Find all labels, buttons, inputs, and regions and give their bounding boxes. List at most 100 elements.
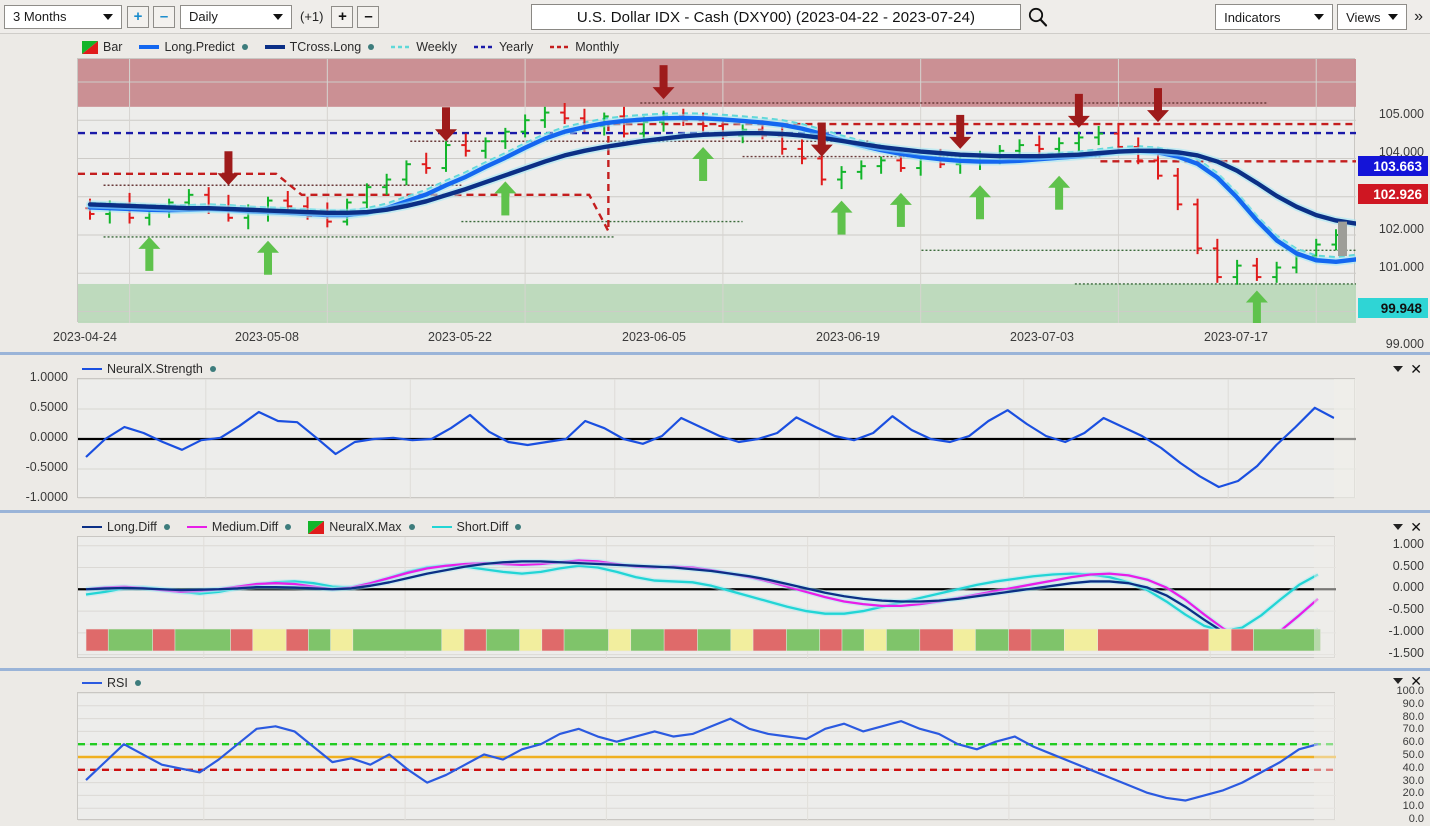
price-chart-legend: Bar Long.Predict TCross.Long Weekly Yearly Mo…: [82, 40, 619, 54]
neuralx-strength-panel: NeuralX.Strength ✕ 1.0000 0.5000 0.0000 -0.…: [0, 356, 1430, 508]
strength-chart-svg: [78, 379, 1356, 499]
chevron-down-icon[interactable]: [1393, 524, 1404, 530]
neuralx-strength-swatch[interactable]: NeuralX.Strength: [82, 362, 216, 376]
offset-plus-button[interactable]: +: [331, 5, 354, 28]
neuralx-max-swatch-settings-dot-icon[interactable]: [408, 524, 415, 530]
medium-diff-swatch-settings-dot-icon[interactable]: [285, 524, 292, 530]
strength-y-tick: 1.0000: [29, 370, 68, 384]
medium-diff-swatch-glyph: [186, 524, 207, 530]
long-predict-price: 103.663: [1358, 156, 1428, 177]
price-x-tick: 2023-07-17: [1204, 330, 1268, 344]
long-predict-swatch[interactable]: Long.Predict: [139, 40, 248, 54]
panel-divider-2[interactable]: [0, 510, 1430, 513]
diff-y-tick: 1.000: [1392, 536, 1424, 551]
price-chart-svg: [78, 59, 1356, 323]
price-x-tick: 2023-05-22: [428, 330, 492, 344]
weekly-swatch[interactable]: Weekly: [391, 40, 457, 54]
diff-y-tick: -1.500: [1388, 645, 1424, 660]
weekly-swatch-glyph: [391, 44, 412, 50]
strength-plot-area[interactable]: [77, 378, 1356, 499]
bar-swatch-glyph: [82, 40, 98, 54]
period-select-value: Daily: [189, 9, 218, 24]
yearly-swatch[interactable]: Yearly: [473, 40, 533, 54]
close-icon[interactable]: ✕: [1410, 362, 1422, 376]
rsi-y-tick: 20.0: [1402, 787, 1424, 800]
rsi-y-tick: 10.0: [1402, 800, 1424, 813]
rsi-y-tick: 40.0: [1402, 761, 1424, 774]
long-diff-swatch[interactable]: Long.Diff: [82, 520, 170, 534]
bar-swatch-label: Bar: [103, 40, 123, 54]
range-minus-button[interactable]: –: [153, 5, 175, 28]
tcross-long-swatch-settings-dot-icon[interactable]: [368, 44, 375, 50]
rsi-y-tick: 30.0: [1402, 774, 1424, 787]
range-select-value: 3 Months: [13, 9, 67, 24]
short-diff-swatch-settings-dot-icon[interactable]: [515, 524, 522, 530]
neuralx-strength-swatch-settings-dot-icon[interactable]: [209, 366, 216, 372]
main-toolbar: 3 Months + – Daily (+1) + – U.S. Dollar …: [0, 0, 1430, 34]
weekly-swatch-label: Weekly: [416, 40, 457, 54]
rsi-chart-svg: [78, 693, 1336, 821]
tcross-long-swatch[interactable]: TCross.Long: [264, 40, 375, 54]
price-y-tick: 102.000: [1378, 221, 1424, 236]
rsi-plot-area[interactable]: [77, 692, 1336, 821]
long-predict-swatch-label: Long.Predict: [164, 40, 235, 54]
rsi-y-tick: 80.0: [1402, 710, 1424, 723]
price-plot-area[interactable]: [77, 58, 1356, 323]
long-diff-swatch-glyph: [82, 524, 102, 530]
bar-swatch[interactable]: Bar: [82, 40, 122, 54]
chevron-down-icon[interactable]: [1393, 678, 1404, 684]
rsi-y-tick: 90.0: [1402, 697, 1424, 710]
long-predict-swatch-settings-dot-icon[interactable]: [241, 44, 248, 50]
tcross-long-swatch-label: TCross.Long: [289, 40, 362, 54]
diff-y-tick: -0.500: [1388, 602, 1424, 617]
panel-divider-3[interactable]: [0, 668, 1430, 671]
long-diff-swatch-label: Long.Diff: [107, 520, 157, 534]
rsi-panel-controls: ✕: [1393, 674, 1422, 688]
close-icon[interactable]: ✕: [1410, 520, 1422, 534]
last-price: 99.948: [1358, 298, 1428, 319]
close-icon[interactable]: ✕: [1410, 674, 1422, 688]
price-x-tick: 2023-07-03: [1010, 330, 1074, 344]
neuralx-strength-swatch-label: NeuralX.Strength: [107, 362, 203, 376]
medium-diff-swatch[interactable]: Medium.Diff: [186, 520, 292, 534]
medium-diff-swatch-label: Medium.Diff: [211, 520, 279, 534]
yearly-swatch-glyph: [473, 44, 494, 50]
chevron-down-icon: [273, 13, 283, 20]
monthly-swatch-label: Monthly: [575, 40, 620, 54]
toolbar-overflow-button[interactable]: »: [1411, 8, 1426, 26]
monthly-swatch[interactable]: Monthly: [550, 40, 619, 54]
tcross-long-swatch-glyph: [264, 43, 285, 51]
rsi-swatch[interactable]: RSI: [82, 676, 141, 690]
strength-panel-controls: ✕: [1393, 362, 1422, 376]
diff-plot-area[interactable]: [77, 536, 1336, 659]
offset-minus-button[interactable]: –: [357, 5, 380, 28]
long-diff-swatch-settings-dot-icon[interactable]: [163, 524, 170, 530]
rsi-y-tick: 60.0: [1402, 736, 1424, 749]
strength-y-tick: -0.5000: [25, 460, 68, 474]
panel-divider-1[interactable]: [0, 352, 1430, 355]
short-diff-swatch-glyph: [431, 524, 452, 530]
neuralx-strength-legend: NeuralX.Strength: [82, 362, 216, 376]
rsi-swatch-glyph: [82, 680, 102, 686]
indicators-select[interactable]: Indicators: [1215, 4, 1334, 30]
rsi-swatch-settings-dot-icon[interactable]: [134, 680, 141, 686]
search-icon[interactable]: [1026, 5, 1050, 29]
chevron-down-icon[interactable]: [1393, 366, 1404, 372]
offset-label: (+1): [300, 9, 324, 24]
views-select[interactable]: Views: [1337, 4, 1408, 30]
range-plus-button[interactable]: +: [127, 5, 149, 28]
neuralx-max-swatch[interactable]: NeuralX.Max: [308, 520, 415, 534]
diff-panel-legend: Long.Diff Medium.Diff NeuralX.Max Short.Dif…: [82, 520, 522, 534]
strength-y-tick: 0.5000: [29, 400, 68, 414]
rsi-y-tick: 70.0: [1402, 723, 1424, 736]
short-diff-swatch-label: Short.Diff: [456, 520, 509, 534]
neuralx-max-swatch-glyph: [308, 520, 325, 534]
tcross-long-price: 102.926: [1358, 184, 1428, 205]
range-select[interactable]: 3 Months: [4, 4, 122, 29]
short-diff-swatch[interactable]: Short.Diff: [431, 520, 522, 534]
diff-y-tick: -1.000: [1388, 623, 1424, 638]
price-x-tick: 2023-05-08: [235, 330, 299, 344]
symbol-input[interactable]: U.S. Dollar IDX - Cash (DXY00) (2023-04-…: [531, 4, 1021, 30]
price-y-tick: 101.000: [1378, 260, 1424, 274]
period-select[interactable]: Daily: [180, 4, 292, 29]
